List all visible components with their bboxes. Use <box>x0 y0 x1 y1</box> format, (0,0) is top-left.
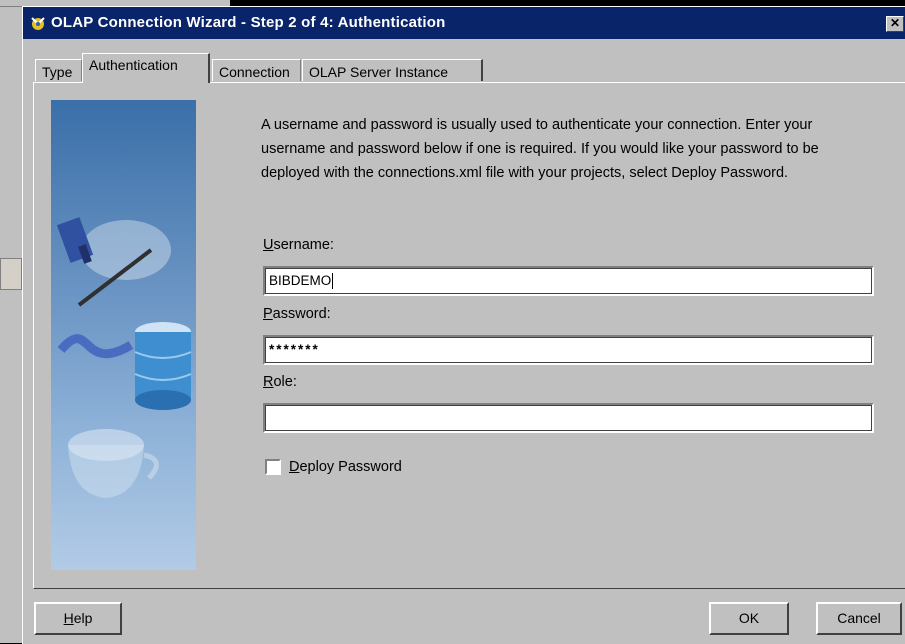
help-label-text: elp <box>73 610 93 626</box>
text-caret <box>332 273 334 290</box>
database-illustration-icon <box>56 217 192 498</box>
password-mnemonic: P <box>263 306 273 322</box>
username-value: BIBDEMO <box>269 273 332 288</box>
cancel-button[interactable]: Cancel <box>816 602 902 635</box>
password-field[interactable]: ******* <box>263 335 874 365</box>
password-label: Password: <box>263 306 331 322</box>
username-label-text: sername: <box>273 237 334 253</box>
deploy-label-text: eploy Password <box>299 459 402 475</box>
title-bar[interactable]: OLAP Connection Wizard - Step 2 of 4: Au… <box>23 7 905 39</box>
close-icon: ✕ <box>889 16 901 30</box>
username-mnemonic: U <box>263 237 274 253</box>
role-label: Role: <box>263 374 297 390</box>
olap-connection-wizard-dialog: OLAP Connection Wizard - Step 2 of 4: Au… <box>22 6 905 644</box>
password-label-text: assword: <box>272 306 331 322</box>
authentication-description: A username and password is usually used … <box>261 117 819 181</box>
background-window-edge <box>0 0 22 643</box>
background-control <box>0 258 22 290</box>
close-button[interactable]: ✕ <box>886 16 904 32</box>
deploy-password-checkbox[interactable] <box>265 459 281 475</box>
wizard-icon <box>31 17 45 30</box>
role-field[interactable] <box>263 403 874 433</box>
tab-authentication[interactable]: Authentication <box>82 53 210 83</box>
role-label-text: ole: <box>273 374 297 390</box>
password-value: ******* <box>269 342 320 357</box>
authentication-panel: A username and password is usually used … <box>33 82 905 589</box>
deploy-password-label[interactable]: Deploy Password <box>289 459 402 475</box>
tab-olap-server-instance[interactable]: OLAP Server Instance <box>302 59 483 81</box>
tab-type[interactable]: Type <box>35 59 82 81</box>
wizard-illustration <box>51 100 196 570</box>
username-field[interactable]: BIBDEMO <box>263 266 874 296</box>
username-label: Username: <box>263 237 334 253</box>
ok-button[interactable]: OK <box>709 602 789 635</box>
window-title: OLAP Connection Wizard - Step 2 of 4: Au… <box>51 14 446 31</box>
tab-connection[interactable]: Connection <box>212 59 301 81</box>
role-mnemonic: R <box>263 374 274 390</box>
deploy-mnemonic: D <box>289 459 300 475</box>
help-button[interactable]: Help <box>34 602 122 635</box>
help-mnemonic: H <box>63 610 74 626</box>
